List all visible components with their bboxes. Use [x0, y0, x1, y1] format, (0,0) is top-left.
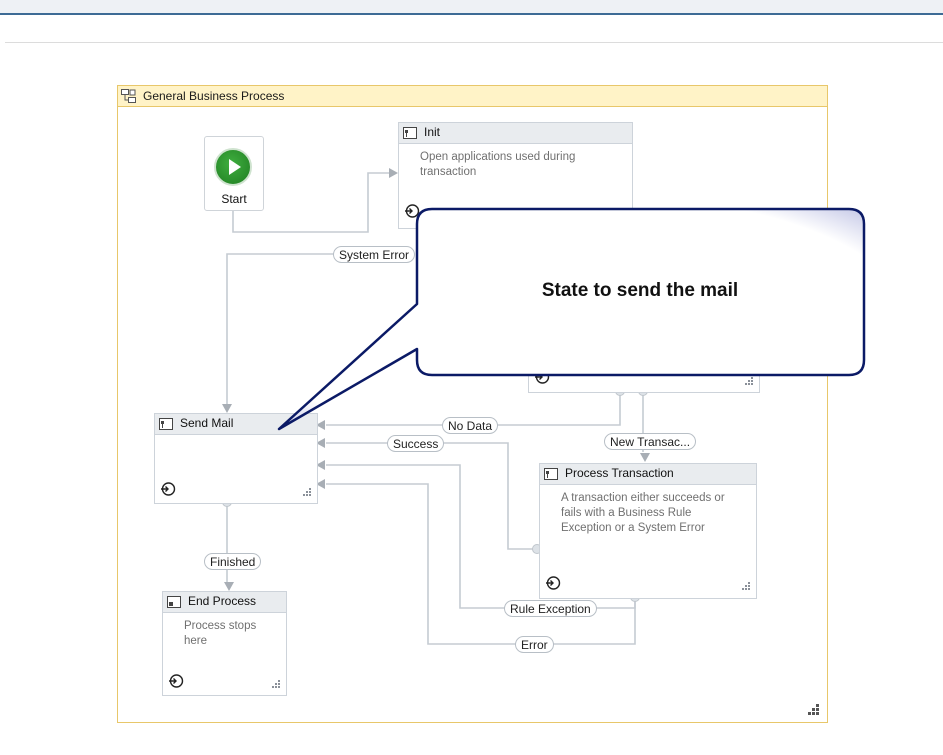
callout-text: State to send the mail: [541, 280, 739, 301]
resize-grip-icon[interactable]: [808, 704, 819, 715]
callout-shape: [277, 207, 866, 431]
